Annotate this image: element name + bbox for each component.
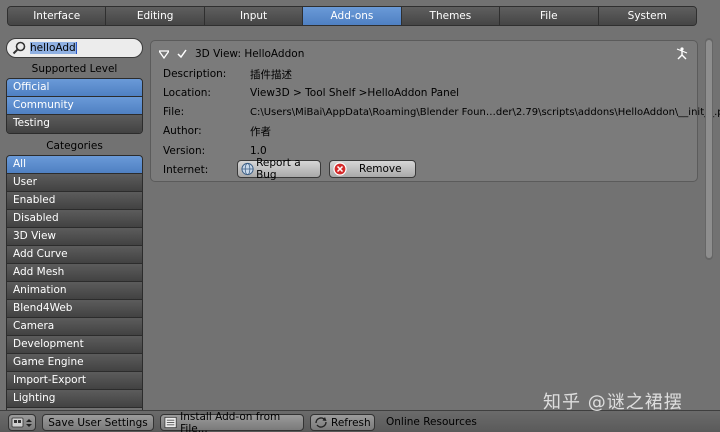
report-bug-button[interactable]: Report a Bug: [237, 157, 321, 181]
version-label: Version:: [163, 145, 206, 157]
install-addon-label: Install Add-on from File...: [180, 410, 281, 432]
category-disabled[interactable]: Disabled: [7, 210, 142, 228]
version-row: Version: 1.0: [163, 144, 267, 158]
remove-label: Remove: [359, 163, 402, 175]
author-value: 作者: [250, 125, 271, 138]
remove-button[interactable]: Remove: [329, 160, 416, 178]
addon-type-icon: [676, 47, 688, 60]
expand-triangle-icon[interactable]: [159, 49, 169, 59]
editor-type-menu[interactable]: [8, 414, 36, 431]
supported-level-group: Official Community Testing: [6, 78, 143, 134]
category-user[interactable]: User: [7, 174, 142, 192]
text-cursor: [75, 42, 77, 54]
scrollbar[interactable]: [705, 38, 713, 260]
category-development[interactable]: Development: [7, 336, 142, 354]
report-bug-label: Report a Bug: [256, 157, 301, 181]
tab-editing[interactable]: Editing: [106, 7, 205, 25]
sidebar: helloAdd Supported Level Official Commun…: [6, 38, 143, 411]
description-label: Description:: [163, 68, 227, 80]
location-value: View3D > Tool Shelf >HelloAddon Panel: [250, 87, 460, 99]
search-input[interactable]: helloAdd: [6, 38, 143, 58]
search-value: helloAdd: [30, 42, 76, 54]
refresh-button[interactable]: Refresh: [310, 414, 375, 431]
category-add-mesh[interactable]: Add Mesh: [7, 264, 142, 282]
file-row: File: C:\Users\MiBai\AppData\Roaming\Ble…: [163, 105, 720, 119]
online-resources-label: Online Resources: [386, 416, 477, 428]
file-value: C:\Users\MiBai\AppData\Roaming\Blender F…: [250, 106, 720, 118]
categories-label: Categories: [46, 140, 103, 152]
preferences-tab-bar: Interface Editing Input Add-ons Themes F…: [7, 6, 697, 26]
addon-title: 3D View: HelloAddon: [195, 48, 305, 60]
supported-level-label: Supported Level: [31, 63, 118, 75]
file-label: File:: [163, 106, 185, 118]
watermark: 知乎 @谜之裙摆: [543, 392, 683, 413]
tab-add-ons[interactable]: Add-ons: [303, 7, 402, 25]
location-label: Location:: [163, 87, 211, 99]
tab-interface[interactable]: Interface: [8, 7, 107, 25]
category-game-engine[interactable]: Game Engine: [7, 354, 142, 372]
category-all[interactable]: All: [7, 156, 142, 174]
categories-list: All User Enabled Disabled 3D View Add Cu…: [6, 155, 143, 411]
addon-panel: 3D View: HelloAddon Description: 插件描述 Lo…: [150, 40, 720, 182]
file-icon: [164, 416, 177, 429]
scrollbar-thumb[interactable]: [706, 40, 712, 258]
category-import-export[interactable]: Import-Export: [7, 372, 142, 390]
addon-enable-checkbox[interactable]: [177, 49, 187, 59]
description-row: Description: 插件描述: [163, 67, 292, 81]
bug-report-icon: [241, 162, 254, 176]
addon-header: 3D View: HelloAddon: [159, 46, 304, 62]
author-row: Author: 作者: [163, 124, 271, 138]
search-icon: [12, 41, 26, 55]
level-official[interactable]: Official: [7, 79, 142, 97]
location-row: Location: View3D > Tool Shelf >HelloAddo…: [163, 86, 459, 100]
level-testing[interactable]: Testing: [7, 115, 142, 133]
version-value: 1.0: [250, 145, 267, 157]
description-value: 插件描述: [250, 68, 292, 81]
tab-system[interactable]: System: [598, 7, 696, 25]
preferences-editor-icon: [11, 417, 24, 428]
install-addon-button[interactable]: Install Add-on from File...: [160, 410, 304, 432]
tab-input[interactable]: Input: [204, 7, 304, 25]
category-blend4web[interactable]: Blend4Web: [7, 300, 142, 318]
tab-file[interactable]: File: [500, 7, 599, 25]
category-lighting[interactable]: Lighting: [7, 390, 142, 408]
level-community[interactable]: Community: [7, 97, 142, 115]
category-animation[interactable]: Animation: [7, 282, 142, 300]
tab-themes[interactable]: Themes: [401, 7, 501, 25]
category-3d-view[interactable]: 3D View: [7, 228, 142, 246]
refresh-label: Refresh: [331, 416, 371, 429]
refresh-icon: [315, 417, 327, 428]
category-enabled[interactable]: Enabled: [7, 192, 142, 210]
category-add-curve[interactable]: Add Curve: [7, 246, 142, 264]
category-camera[interactable]: Camera: [7, 318, 142, 336]
chevron-updown-icon: [26, 418, 32, 427]
save-user-settings-button[interactable]: Save User Settings: [42, 414, 154, 431]
remove-icon: [333, 162, 347, 176]
author-label: Author:: [163, 125, 202, 137]
